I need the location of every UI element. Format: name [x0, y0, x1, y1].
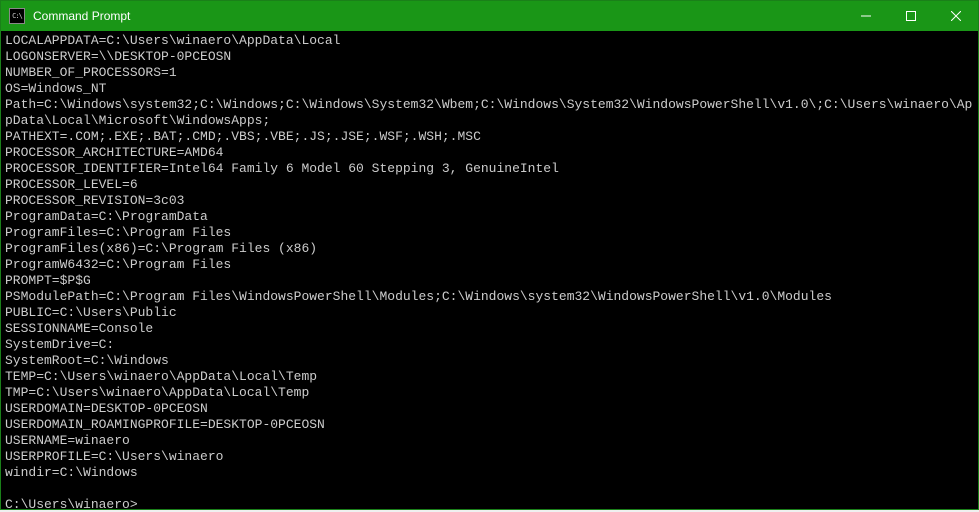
- terminal-line: SystemRoot=C:\Windows: [5, 353, 974, 369]
- terminal-line: ProgramW6432=C:\Program Files: [5, 257, 974, 273]
- terminal-line: Path=C:\Windows\system32;C:\Windows;C:\W…: [5, 97, 974, 129]
- terminal-line: PROMPT=$P$G: [5, 273, 974, 289]
- terminal-line: SystemDrive=C:: [5, 337, 974, 353]
- minimize-button[interactable]: [843, 1, 888, 31]
- terminal-line: ProgramFiles(x86)=C:\Program Files (x86): [5, 241, 974, 257]
- command-prompt-window: C:\ Command Prompt LOCALAPPDATA=C:\Users…: [0, 0, 979, 510]
- terminal-line: NUMBER_OF_PROCESSORS=1: [5, 65, 974, 81]
- terminal-line: ProgramFiles=C:\Program Files: [5, 225, 974, 241]
- terminal-line: PUBLIC=C:\Users\Public: [5, 305, 974, 321]
- terminal-line: SESSIONNAME=Console: [5, 321, 974, 337]
- terminal-line: USERPROFILE=C:\Users\winaero: [5, 449, 974, 465]
- terminal-output[interactable]: LOCALAPPDATA=C:\Users\winaero\AppData\Lo…: [1, 31, 978, 509]
- minimize-icon: [861, 11, 871, 21]
- terminal-line: windir=C:\Windows: [5, 465, 974, 481]
- terminal-line: ProgramData=C:\ProgramData: [5, 209, 974, 225]
- terminal-line: OS=Windows_NT: [5, 81, 974, 97]
- terminal-line: USERNAME=winaero: [5, 433, 974, 449]
- maximize-button[interactable]: [888, 1, 933, 31]
- terminal-line: USERDOMAIN=DESKTOP-0PCEOSN: [5, 401, 974, 417]
- terminal-line: USERDOMAIN_ROAMINGPROFILE=DESKTOP-0PCEOS…: [5, 417, 974, 433]
- terminal-prompt[interactable]: C:\Users\winaero>: [5, 497, 138, 509]
- terminal-line: PROCESSOR_LEVEL=6: [5, 177, 974, 193]
- close-button[interactable]: [933, 1, 978, 31]
- close-icon: [951, 11, 961, 21]
- cmd-icon: C:\: [9, 8, 25, 24]
- terminal-line: PROCESSOR_ARCHITECTURE=AMD64: [5, 145, 974, 161]
- terminal-line: PSModulePath=C:\Program Files\WindowsPow…: [5, 289, 974, 305]
- terminal-line: LOCALAPPDATA=C:\Users\winaero\AppData\Lo…: [5, 33, 974, 49]
- titlebar[interactable]: C:\ Command Prompt: [1, 1, 978, 31]
- terminal-line: PROCESSOR_REVISION=3c03: [5, 193, 974, 209]
- terminal-blank-line: [5, 481, 974, 497]
- terminal-line: TMP=C:\Users\winaero\AppData\Local\Temp: [5, 385, 974, 401]
- terminal-line: LOGONSERVER=\\DESKTOP-0PCEOSN: [5, 49, 974, 65]
- terminal-line: PATHEXT=.COM;.EXE;.BAT;.CMD;.VBS;.VBE;.J…: [5, 129, 974, 145]
- maximize-icon: [906, 11, 916, 21]
- terminal-line: PROCESSOR_IDENTIFIER=Intel64 Family 6 Mo…: [5, 161, 974, 177]
- window-controls: [843, 1, 978, 31]
- window-title: Command Prompt: [31, 9, 843, 23]
- terminal-line: TEMP=C:\Users\winaero\AppData\Local\Temp: [5, 369, 974, 385]
